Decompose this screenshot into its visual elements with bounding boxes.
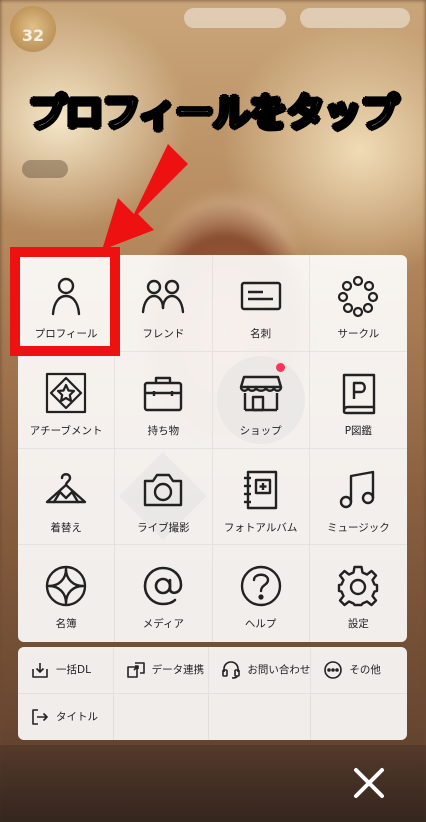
empty-slot — [114, 693, 210, 740]
menu-item-inventory[interactable]: 持ち物 — [115, 351, 213, 449]
data-link-button[interactable]: データ連携 — [113, 647, 210, 694]
help-icon — [239, 564, 283, 608]
menu-item-music[interactable]: ミュージック — [309, 449, 407, 546]
contact-button[interactable]: お問い合わせ — [209, 647, 312, 694]
bag-icon — [141, 371, 185, 415]
circle-dots-icon — [336, 274, 380, 318]
sub-item-label: 一括DL — [56, 664, 91, 677]
music-icon — [336, 468, 380, 512]
menu-item-label: サークル — [337, 328, 380, 340]
instruction-caption: プロフィールをタップ — [27, 90, 399, 136]
bulk-download-button[interactable]: 一括DL — [18, 647, 114, 694]
menu-item-roster[interactable]: 名簿 — [18, 545, 116, 642]
data-link-icon — [126, 661, 145, 678]
menu-item-label: 設定 — [347, 618, 369, 631]
menu-item-photo-album[interactable]: フォトアルバム — [212, 448, 310, 546]
business-card-icon — [239, 274, 283, 318]
player-level: 32 — [21, 26, 45, 45]
menu-item-label: 名簿 — [55, 618, 77, 631]
menu-item-change-clothes[interactable]: 着替え — [18, 448, 116, 546]
shop-icon — [239, 371, 283, 415]
menu-item-label: 名刺 — [250, 328, 272, 340]
currency-pill-2 — [300, 8, 410, 28]
menu-item-achievement[interactable]: アチーブメント — [18, 351, 116, 449]
friends-icon — [141, 274, 185, 318]
menu-item-settings[interactable]: 設定 — [310, 545, 407, 642]
sub-item-label: データ連携 — [151, 664, 205, 677]
menu-item-business-card[interactable]: 名刺 — [212, 255, 310, 352]
other-button[interactable]: その他 — [311, 647, 407, 694]
menu-item-label: ショップ — [239, 424, 282, 437]
p-book-icon — [336, 371, 380, 415]
gear-icon — [336, 564, 380, 608]
empty-slot — [209, 693, 312, 740]
notification-badge — [275, 362, 285, 372]
menu-item-label: ライブ撮影 — [137, 521, 190, 534]
hanger-icon — [44, 468, 88, 512]
headset-icon — [222, 660, 241, 679]
empty-slot — [311, 694, 407, 741]
photo-album-icon — [239, 468, 283, 512]
more-icon — [324, 660, 343, 679]
menu-item-label: 着替え — [50, 521, 82, 534]
camera-icon — [141, 468, 185, 512]
pointer-arrow-icon — [102, 144, 188, 250]
menu-item-label: ミュージック — [326, 521, 390, 534]
menu-item-circle[interactable]: サークル — [309, 255, 407, 352]
exit-icon — [32, 708, 48, 725]
achievement-icon — [44, 371, 88, 415]
menu-item-label: P図鑑 — [344, 424, 373, 437]
roster-icon — [44, 564, 88, 608]
background-button — [22, 160, 68, 178]
profile-highlight-frame — [10, 247, 120, 356]
title-button[interactable]: タイトル — [18, 693, 114, 740]
menu-item-media[interactable]: メディア — [115, 545, 213, 642]
currency-pill-1 — [184, 8, 286, 28]
menu-item-live-shoot[interactable]: ライブ撮影 — [115, 448, 213, 546]
menu-item-shop[interactable]: ショップ — [212, 351, 310, 449]
menu-item-label: メディア — [142, 618, 184, 631]
sub-item-label: お問い合わせ — [247, 664, 311, 677]
menu-item-p-encyclopedia[interactable]: P図鑑 — [309, 352, 407, 449]
download-icon — [32, 662, 48, 678]
menu-item-label: フォトアルバム — [223, 521, 298, 534]
menu-item-label: 持ち物 — [147, 424, 180, 437]
menu-item-label: アチーブメント — [29, 424, 103, 437]
sub-menu-panel: 一括DL データ連携 お問い合わせ その他 タイトル — [18, 647, 407, 740]
close-icon[interactable] — [348, 762, 390, 804]
sub-item-label: タイトル — [56, 711, 98, 724]
menu-item-friends[interactable]: フレンド — [115, 255, 213, 352]
at-sign-icon — [141, 564, 185, 608]
menu-item-label: ヘルプ — [244, 618, 277, 631]
menu-item-label: フレンド — [142, 328, 185, 340]
player-level-badge: 32 — [10, 6, 56, 52]
menu-item-help[interactable]: ヘルプ — [213, 545, 310, 642]
sub-item-label: その他 — [349, 664, 381, 677]
